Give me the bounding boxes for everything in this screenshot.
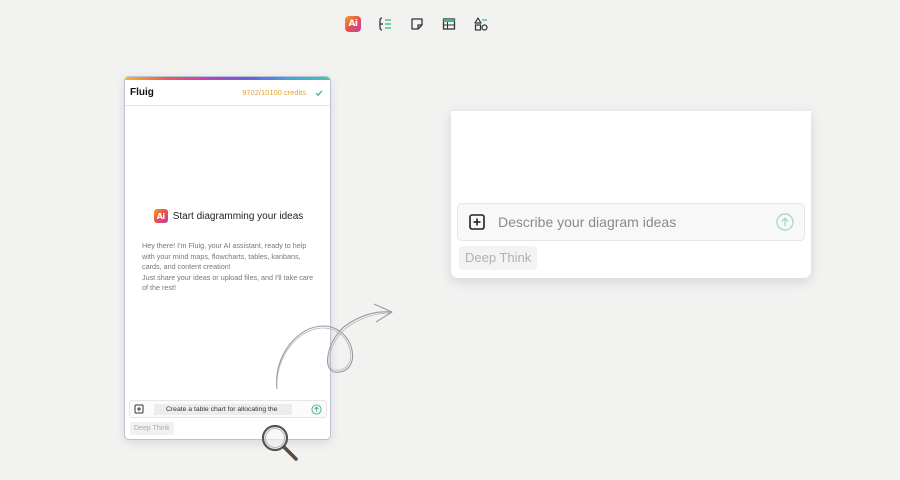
deep-think-toggle[interactable]: Deep Think — [130, 422, 174, 435]
prompt-input-row: Create a table chart for allocating the — [129, 400, 327, 418]
ai-tool-button[interactable]: Ai — [343, 14, 363, 34]
deep-think-toggle[interactable]: Deep Think — [459, 246, 538, 270]
ai-icon: Ai — [345, 16, 361, 32]
check-icon[interactable] — [314, 88, 324, 98]
diagram-ideas-input[interactable]: Describe your diagram ideas — [498, 214, 676, 230]
shapes-icon — [474, 17, 488, 31]
ai-icon: Ai — [153, 209, 168, 223]
panel-header: Fluig 9702/10100 credits — [125, 80, 330, 106]
send-icon[interactable] — [311, 403, 322, 415]
magnifier-icon — [261, 424, 298, 461]
table-tool-button[interactable] — [439, 14, 459, 34]
welcome-paragraph: Hey there! I'm Fluig, your AI assistant,… — [142, 241, 307, 271]
top-toolbar: Ai — [343, 14, 491, 34]
table-icon — [442, 18, 456, 30]
mindmap-tool-button[interactable] — [375, 14, 395, 34]
brand-title: Fluig — [130, 87, 154, 98]
prompt-input[interactable]: Create a table chart for allocating the — [154, 403, 292, 415]
welcome-message: Hey there! I'm Fluig, your AI assistant,… — [142, 241, 318, 294]
mindmap-icon — [379, 17, 391, 31]
add-file-icon[interactable] — [134, 404, 144, 414]
sticky-note-tool-button[interactable] — [407, 14, 427, 34]
add-file-icon[interactable] — [468, 213, 486, 231]
welcome-heading: Ai Start diagramming your ideas — [125, 209, 330, 223]
curly-arrow-icon — [276, 303, 393, 390]
zoomed-prompt-input-row: Describe your diagram ideas — [457, 203, 805, 241]
shapes-tool-button[interactable] — [471, 14, 491, 34]
credits-counter: 9702/10100 credits — [242, 88, 306, 97]
welcome-paragraph: Just share your ideas or upload files, a… — [142, 272, 314, 293]
zoomed-input-preview: Describe your diagram ideas Deep Think — [451, 110, 811, 278]
welcome-section: Ai Start diagramming your ideas Hey ther… — [125, 209, 330, 294]
welcome-title: Start diagramming your ideas — [172, 210, 304, 222]
send-icon[interactable] — [776, 213, 794, 231]
sticky-note-icon — [411, 18, 423, 30]
